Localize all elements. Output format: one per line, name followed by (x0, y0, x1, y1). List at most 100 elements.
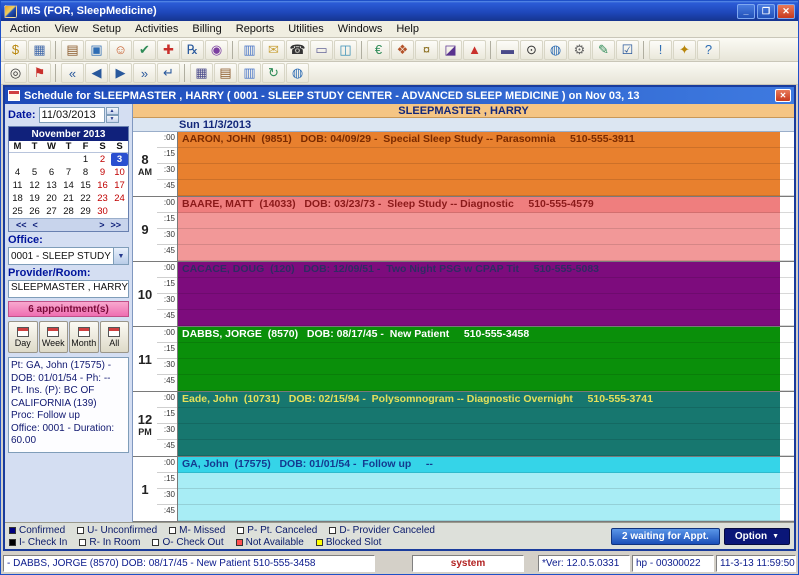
fax-icon[interactable]: ▭ (310, 40, 333, 60)
system-icon[interactable]: ▦ (190, 63, 213, 83)
calendar-day-20[interactable]: 20 (43, 192, 60, 205)
billing-icon[interactable]: € (367, 40, 390, 60)
calendar-day-26[interactable]: 26 (26, 205, 43, 218)
waiting-appointments-button[interactable]: 2 waiting for Appt. (611, 528, 720, 545)
appointment-block[interactable]: Eade, John (10731) DOB: 02/15/94 - Polys… (178, 392, 780, 456)
calendar-day-6[interactable]: 6 (43, 166, 60, 179)
menu-view[interactable]: View (48, 22, 86, 36)
calendar-prev-year-button[interactable]: << (13, 220, 30, 230)
calendar-day-29[interactable]: 29 (77, 205, 94, 218)
calendar-day-15[interactable]: 15 (77, 179, 94, 192)
spinner-down-icon[interactable]: ▼ (106, 115, 119, 123)
appointment-block[interactable]: GA, John (17575) DOB: 01/01/54 - Follow … (178, 457, 780, 521)
schedule-icon[interactable]: ▣ (85, 40, 108, 60)
close-button[interactable]: ✕ (777, 4, 795, 19)
calculator-icon[interactable]: ▦ (28, 40, 51, 60)
last-record-icon[interactable]: » (133, 63, 156, 83)
calendar-day-24[interactable]: 24 (111, 192, 128, 205)
appointment-block[interactable]: DABBS, JORGE (8570) DOB: 08/17/45 - New … (178, 327, 780, 391)
menu-action[interactable]: Action (3, 22, 48, 36)
minimize-button[interactable]: _ (737, 4, 755, 19)
imaging-icon[interactable]: ◫ (334, 40, 357, 60)
calendar-day-22[interactable]: 22 (77, 192, 94, 205)
date-input[interactable] (39, 107, 105, 123)
go-icon[interactable]: ↵ (157, 63, 180, 83)
schedule-close-button[interactable]: ✕ (775, 89, 791, 102)
scanner-icon[interactable]: ▬ (496, 40, 519, 60)
menu-help[interactable]: Help (389, 22, 426, 36)
appointment-block[interactable]: AARON, JOHN (9851) DOB: 04/09/29 - Speci… (178, 132, 780, 196)
menu-activities[interactable]: Activities (128, 22, 185, 36)
view-month-button[interactable]: Month (69, 321, 99, 353)
refresh-icon[interactable]: ↻ (262, 63, 285, 83)
globe-icon[interactable]: ◍ (286, 63, 309, 83)
cards-icon[interactable]: ▤ (214, 63, 237, 83)
messages-icon[interactable]: ✎ (592, 40, 615, 60)
money-icon[interactable]: $ (4, 40, 27, 60)
calendar-day-4[interactable]: 4 (9, 166, 26, 179)
view-all-button[interactable]: All (100, 321, 130, 353)
menu-billing[interactable]: Billing (185, 22, 228, 36)
calendar-day-7[interactable]: 7 (60, 166, 77, 179)
help-icon[interactable]: ? (697, 40, 720, 60)
phone-icon[interactable]: ☎ (286, 40, 309, 60)
prescription-icon[interactable]: ℞ (181, 40, 204, 60)
calendar-day-19[interactable]: 19 (26, 192, 43, 205)
maximize-button[interactable]: ❐ (757, 4, 775, 19)
spinner-up-icon[interactable]: ▲ (106, 107, 119, 115)
menu-setup[interactable]: Setup (85, 22, 128, 36)
calendar-day-16[interactable]: 16 (94, 179, 111, 192)
calendar-day-13[interactable]: 13 (43, 179, 60, 192)
menu-windows[interactable]: Windows (331, 22, 390, 36)
menu-reports[interactable]: Reports (229, 22, 282, 36)
calendar-day-9[interactable]: 9 (94, 166, 111, 179)
documents-icon[interactable]: ▥ (238, 40, 261, 60)
letter-icon[interactable]: ✉ (262, 40, 285, 60)
calendar-day-11[interactable]: 11 (9, 179, 26, 192)
view-day-button[interactable]: Day (8, 321, 38, 353)
graphs-icon[interactable]: ▲ (463, 40, 486, 60)
next-record-icon[interactable]: ▶ (109, 63, 132, 83)
flag-icon[interactable]: ⚑ (28, 63, 51, 83)
check-in-icon[interactable]: ✔ (133, 40, 156, 60)
archive-icon[interactable]: ▥ (238, 63, 261, 83)
calendar-day-8[interactable]: 8 (77, 166, 94, 179)
calendar-day-23[interactable]: 23 (94, 192, 111, 205)
calendar-day-3[interactable]: 3 (111, 153, 128, 166)
calendar-next-month-button[interactable]: > (96, 220, 107, 230)
calendar-day-21[interactable]: 21 (60, 192, 77, 205)
ledger-icon[interactable]: ▤ (61, 40, 84, 60)
tasks-icon[interactable]: ☑ (616, 40, 639, 60)
claims-icon[interactable]: ❖ (391, 40, 414, 60)
calendar-day-1[interactable]: 1 (77, 153, 94, 166)
clinical-icon[interactable]: ✚ (157, 40, 180, 60)
provider-list[interactable]: SLEEPMASTER , HARRY (8, 280, 129, 298)
search-icon[interactable]: ◎ (4, 63, 27, 83)
first-record-icon[interactable]: « (61, 63, 84, 83)
payments-icon[interactable]: ¤ (415, 40, 438, 60)
lock-icon[interactable]: ✦ (673, 40, 696, 60)
calendar-day-5[interactable]: 5 (26, 166, 43, 179)
calendar-day-25[interactable]: 25 (9, 205, 26, 218)
office-select[interactable]: 0001 - SLEEP STUDY CE ▼ (8, 247, 129, 265)
settings-icon[interactable]: ⚙ (568, 40, 591, 60)
labs-icon[interactable]: ◉ (205, 40, 228, 60)
appointment-block[interactable]: BAARE, MATT (14033) DOB: 03/23/73 - Slee… (178, 197, 780, 261)
calendar-next-year-button[interactable]: >> (107, 220, 124, 230)
calendar-day-18[interactable]: 18 (9, 192, 26, 205)
web-icon[interactable]: ◍ (544, 40, 567, 60)
info-icon[interactable]: ! (649, 40, 672, 60)
previous-record-icon[interactable]: ◀ (85, 63, 108, 83)
reports-icon[interactable]: ◪ (439, 40, 462, 60)
patient-icon[interactable]: ☺ (109, 40, 132, 60)
calendar-day-12[interactable]: 12 (26, 179, 43, 192)
calendar-day-10[interactable]: 10 (111, 166, 128, 179)
view-week-button[interactable]: Week (39, 321, 69, 353)
calendar-day-14[interactable]: 14 (60, 179, 77, 192)
camera-icon[interactable]: ⊙ (520, 40, 543, 60)
calendar-day-17[interactable]: 17 (111, 179, 128, 192)
calendar-day-28[interactable]: 28 (60, 205, 77, 218)
calendar-day-2[interactable]: 2 (94, 153, 111, 166)
calendar-day-30[interactable]: 30 (94, 205, 111, 218)
calendar-day-27[interactable]: 27 (43, 205, 60, 218)
